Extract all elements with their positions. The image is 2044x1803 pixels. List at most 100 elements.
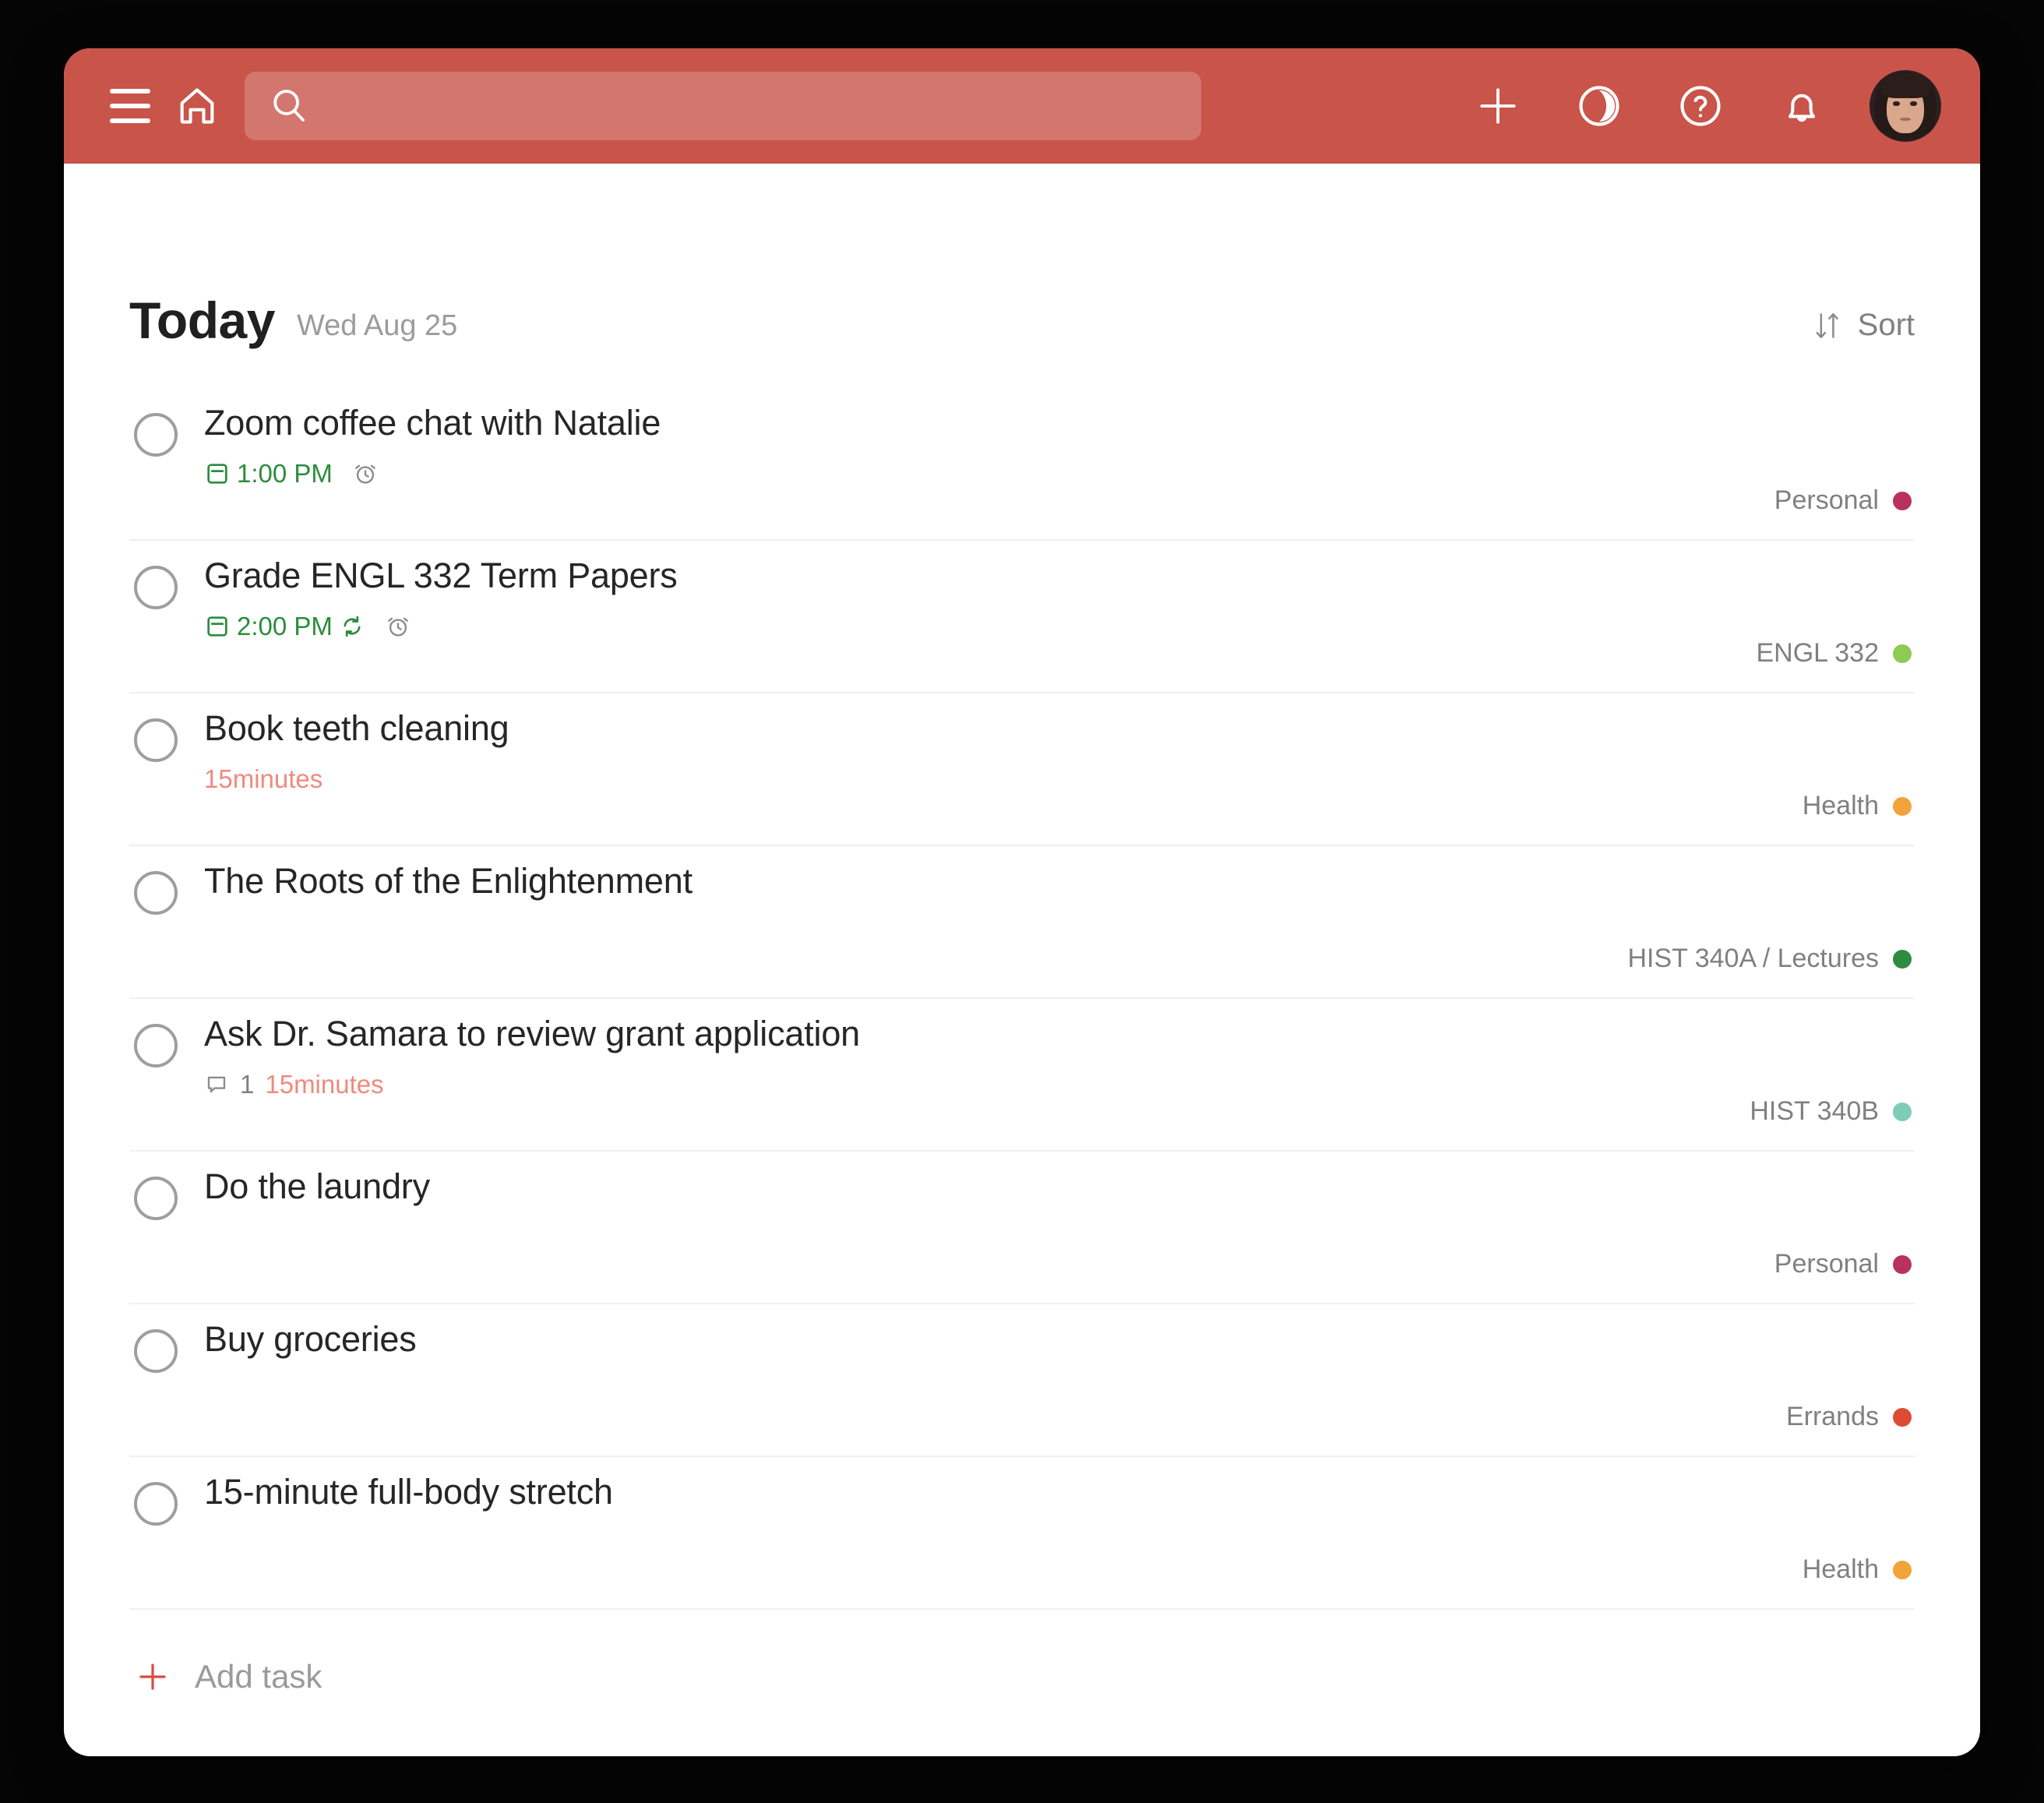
task-project-label: ENGL 332	[1756, 638, 1880, 668]
sort-button[interactable]: Sort	[1811, 308, 1915, 346]
home-button[interactable]	[164, 72, 231, 139]
project-color-dot	[1893, 1102, 1912, 1121]
task-duration: 15minutes	[204, 764, 323, 794]
project-color-dot	[1893, 1407, 1912, 1427]
task-checkbox[interactable]	[134, 1177, 178, 1220]
task-project[interactable]: HIST 340B	[1750, 1096, 1912, 1127]
project-color-dot	[1893, 1254, 1912, 1274]
task-title: 15-minute full-body stretch	[204, 1472, 613, 1512]
task-project-label: Health	[1802, 1554, 1879, 1584]
task-body: Buy groceries	[204, 1319, 1915, 1359]
sort-arrows-icon	[1816, 312, 1838, 338]
task-meta: 15minutes	[204, 762, 1915, 796]
calendar-icon	[207, 464, 227, 485]
task-body: Grade ENGL 332 Term Papers 2:00 PM	[204, 556, 1915, 644]
task-row[interactable]: Do the laundry Personal	[129, 1152, 1915, 1304]
task-project[interactable]: ENGL 332	[1757, 638, 1912, 669]
task-meta: 1:00 PM	[204, 457, 1915, 491]
task-due-label: 1:00 PM	[237, 459, 333, 489]
productivity-moon-icon	[1579, 86, 1619, 126]
search-input[interactable]	[324, 90, 1165, 122]
project-color-dot	[1893, 644, 1912, 663]
page-header: Today Wed Aug 25 Sort	[111, 164, 1933, 346]
task-body: The Roots of the Enlightenment	[204, 861, 1915, 901]
add-task-button[interactable]: Add task	[111, 1610, 1933, 1695]
task-title: Buy groceries	[204, 1319, 417, 1359]
task-row[interactable]: Book teeth cleaning 15minutes Health	[129, 693, 1915, 846]
task-checkbox[interactable]	[134, 566, 178, 609]
comment-icon	[207, 1077, 226, 1093]
task-project-label: HIST 340B	[1750, 1096, 1879, 1126]
task-reminder	[351, 460, 379, 488]
task-checkbox[interactable]	[134, 1329, 178, 1373]
task-body: Zoom coffee chat with Natalie 1:00 PM	[204, 403, 1915, 491]
comment-count: 1	[204, 1070, 254, 1099]
task-duration: 15minutes	[265, 1070, 384, 1099]
task-checkbox[interactable]	[134, 413, 178, 457]
task-project-label: Personal	[1774, 1249, 1879, 1279]
main-content: Today Wed Aug 25 Sort Zoom coffee chat w…	[64, 164, 1980, 1695]
task-row[interactable]: Buy groceries Errands	[129, 1304, 1915, 1457]
task-checkbox[interactable]	[134, 1482, 178, 1526]
project-color-dot	[1893, 491, 1912, 510]
task-checkbox[interactable]	[134, 1024, 178, 1067]
hamburger-menu-icon	[110, 89, 150, 123]
task-project[interactable]: Personal	[1774, 1249, 1912, 1279]
task-row[interactable]: Ask Dr. Samara to review grant applicati…	[129, 999, 1915, 1152]
add-task-header-button[interactable]	[1464, 72, 1531, 139]
task-due-date: 2:00 PM	[204, 612, 365, 641]
task-project[interactable]: Health	[1803, 1554, 1912, 1585]
plus-icon	[1480, 88, 1516, 124]
task-meta: 2:00 PM	[204, 609, 1915, 644]
recurring-icon	[344, 616, 361, 637]
question-mark-icon	[1680, 86, 1721, 126]
desktop-background: Today Wed Aug 25 Sort Zoom coffee chat w…	[0, 0, 2044, 1803]
task-title: Do the laundry	[204, 1166, 430, 1206]
task-body: Book teeth cleaning 15minutes	[204, 708, 1915, 796]
productivity-button[interactable]	[1566, 72, 1633, 139]
task-due-label: 2:00 PM	[237, 612, 333, 641]
search-box[interactable]	[245, 72, 1201, 140]
task-list: Zoom coffee chat with Natalie 1:00 PM Pers…	[111, 388, 1933, 1610]
task-project-label: HIST 340A / Lectures	[1627, 944, 1879, 973]
calendar-icon	[207, 616, 227, 637]
menu-button[interactable]	[97, 72, 164, 139]
page-title: Today	[129, 291, 275, 349]
header-actions	[1464, 70, 1952, 142]
comment-count-label: 1	[240, 1070, 255, 1099]
help-button[interactable]	[1667, 72, 1734, 139]
task-project-label: Personal	[1774, 485, 1879, 515]
task-project[interactable]: Errands	[1786, 1402, 1912, 1432]
task-row[interactable]: The Roots of the Enlightenment HIST 340A …	[129, 846, 1915, 999]
avatar[interactable]	[1870, 70, 1941, 142]
task-project[interactable]: Health	[1803, 791, 1912, 821]
alarm-clock-icon	[388, 617, 408, 637]
task-title: Ask Dr. Samara to review grant applicati…	[204, 1014, 860, 1053]
add-task-label: Add task	[195, 1658, 322, 1695]
plus-icon	[139, 1664, 166, 1690]
task-project-label: Health	[1802, 791, 1879, 820]
task-project[interactable]: Personal	[1774, 485, 1912, 516]
page-date-subtitle: Wed Aug 25	[296, 309, 458, 343]
task-checkbox[interactable]	[134, 871, 178, 915]
home-icon	[180, 88, 214, 124]
alarm-clock-icon	[355, 464, 375, 484]
search-icon	[273, 90, 305, 122]
task-body: Do the laundry	[204, 1166, 1915, 1206]
task-row[interactable]: 15-minute full-body stretch Health	[129, 1457, 1915, 1610]
notifications-button[interactable]	[1768, 72, 1835, 139]
task-checkbox[interactable]	[134, 718, 178, 762]
todoist-app-window: Today Wed Aug 25 Sort Zoom coffee chat w…	[64, 48, 1980, 1756]
task-row[interactable]: Zoom coffee chat with Natalie 1:00 PM Pers…	[129, 388, 1915, 541]
task-row[interactable]: Grade ENGL 332 Term Papers 2:00 PM ENGL 33…	[129, 541, 1915, 693]
task-body: Ask Dr. Samara to review grant applicati…	[204, 1014, 1915, 1102]
bell-icon	[1788, 94, 1816, 122]
task-title: Book teeth cleaning	[204, 708, 509, 748]
task-title: Grade ENGL 332 Term Papers	[204, 556, 678, 595]
task-body: 15-minute full-body stretch	[204, 1472, 1915, 1512]
task-project[interactable]: HIST 340A / Lectures	[1627, 944, 1912, 974]
project-color-dot	[1893, 796, 1912, 816]
task-reminder	[384, 612, 412, 640]
task-title: Zoom coffee chat with Natalie	[204, 403, 661, 443]
task-meta: 1 15minutes	[204, 1067, 1915, 1102]
